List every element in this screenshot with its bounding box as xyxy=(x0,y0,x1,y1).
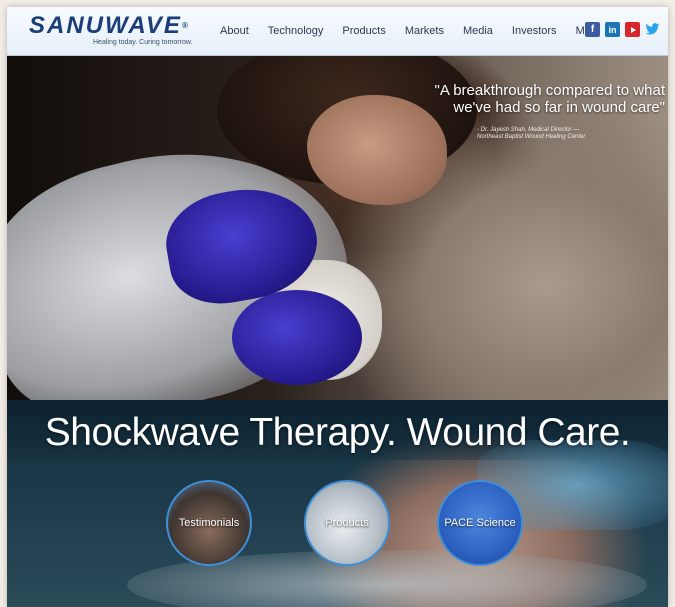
attribution-line-1: - Dr. Jayesh Shah, Medical Director — xyxy=(477,127,580,133)
logo-tagline: Healing today. Curing tomorrow. xyxy=(93,39,193,46)
nav-media[interactable]: Media xyxy=(463,25,493,37)
nav-investors[interactable]: Investors xyxy=(512,25,557,37)
facebook-icon[interactable]: f xyxy=(585,22,600,37)
hero-quote: "A breakthrough compared to what we've h… xyxy=(434,82,665,116)
attribution-line-2: Northeast Baptist Wound Healing Center xyxy=(477,134,586,140)
products-button[interactable]: Products xyxy=(304,480,390,566)
nav-about[interactable]: About xyxy=(220,25,249,37)
twitter-icon[interactable] xyxy=(645,22,660,37)
pace-science-label: PACE Science xyxy=(444,517,516,529)
testimonials-label: Testimonials xyxy=(178,517,240,529)
hero-photo-glove-lower xyxy=(232,290,362,385)
nav-products[interactable]: Products xyxy=(342,25,385,37)
nav-technology[interactable]: Technology xyxy=(268,25,324,37)
nav-markets[interactable]: Markets xyxy=(405,25,444,37)
testimonials-button[interactable]: Testimonials xyxy=(166,480,252,566)
lower-banner: Shockwave Therapy. Wound Care. Testimoni… xyxy=(7,400,668,607)
social-links: f in xyxy=(585,22,660,37)
main-nav: About Technology Products Markets Media … xyxy=(220,25,620,37)
sanuwave-logo[interactable]: SANUWAVE® Healing today. Curing tomorrow… xyxy=(29,12,193,47)
page-frame: SANUWAVE® Healing today. Curing tomorrow… xyxy=(7,7,668,607)
products-label: Products xyxy=(325,517,369,529)
logo-text: SANUWAVE xyxy=(29,12,182,39)
hero-image: "A breakthrough compared to what we've h… xyxy=(7,55,668,400)
youtube-icon[interactable] xyxy=(625,22,640,37)
quote-attribution: - Dr. Jayesh Shah, Medical Director — No… xyxy=(477,127,627,141)
pace-science-button[interactable]: PACE Science xyxy=(437,480,523,566)
linkedin-icon[interactable]: in xyxy=(605,22,620,37)
registered-mark: ® xyxy=(181,21,190,30)
main-headline: Shockwave Therapy. Wound Care. xyxy=(44,411,631,454)
site-header: SANUWAVE® Healing today. Curing tomorrow… xyxy=(7,7,668,56)
